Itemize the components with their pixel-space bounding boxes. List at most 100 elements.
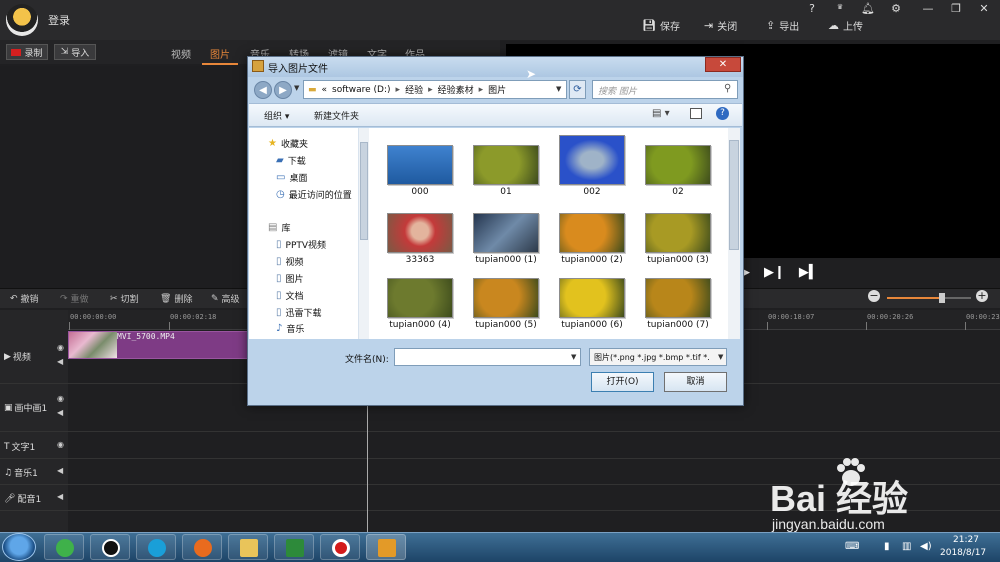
speaker-icon[interactable]: ◀ [57, 466, 63, 475]
breadcrumb-separator-icon[interactable]: ▸ [396, 85, 401, 95]
taskbar-app-active[interactable] [366, 534, 406, 560]
zoom-out-button[interactable]: − [868, 290, 880, 302]
search-icon[interactable]: ⚲ [724, 83, 731, 94]
file-item[interactable]: 000 [377, 145, 463, 205]
taskbar-app-qq[interactable] [90, 534, 130, 560]
delete-button[interactable]: 🗑︎ 删除 [160, 292, 192, 306]
restore-icon[interactable]: ❐ [946, 2, 966, 15]
track-music[interactable]: ♫ 音乐1 [4, 466, 38, 480]
minimize-icon[interactable]: — [918, 2, 938, 15]
battery-icon[interactable]: ▮ [884, 541, 890, 552]
eye-icon[interactable]: ◉ [57, 440, 64, 449]
address-dropdown-icon[interactable]: ▼ [556, 85, 561, 93]
nav-item[interactable]: ▭ 桌面 [276, 171, 307, 184]
filename-input[interactable] [394, 348, 581, 366]
start-button[interactable] [2, 533, 36, 561]
export-button[interactable]: ⇪ 导出 [766, 18, 799, 33]
history-dropdown-icon[interactable]: ▼ [294, 84, 299, 92]
search-input[interactable]: 搜索 图片 [592, 80, 738, 99]
track-text[interactable]: T 文字1 [4, 440, 35, 454]
file-item[interactable]: 01 [463, 145, 549, 205]
file-item[interactable]: tupian000 (7) [635, 278, 721, 338]
nav-item[interactable]: ▤ 库 [268, 221, 290, 234]
file-item[interactable]: tupian000 (3) [635, 213, 721, 273]
cut-button[interactable]: ✂ 切割 [110, 292, 139, 306]
file-item[interactable]: tupian000 (4) [377, 278, 463, 338]
redo-button[interactable]: ↷ 重做 [60, 292, 89, 306]
file-scrollbar-thumb[interactable] [729, 140, 739, 250]
taskbar-app-recorder[interactable] [320, 534, 360, 560]
nav-item[interactable]: ▯ 视频 [276, 255, 304, 268]
filename-dropdown-icon[interactable]: ▼ [571, 353, 576, 361]
nav-item[interactable]: ♪ 音乐 [276, 322, 304, 335]
nav-item[interactable]: ★ 收藏夹 [268, 137, 308, 150]
bell-icon[interactable]: 🔔︎ [858, 2, 878, 15]
login-link[interactable]: 登录 [48, 12, 70, 28]
taskbar-app-explorer[interactable] [228, 534, 268, 560]
taskbar-app-360[interactable] [44, 534, 84, 560]
nav-scrollbar-thumb[interactable] [360, 142, 368, 240]
clock-date[interactable]: 2018/8/17 [940, 548, 986, 558]
network-icon[interactable]: ▥ [902, 541, 911, 552]
help-icon[interactable]: ? [716, 107, 729, 120]
upload-button[interactable]: ☁ 上传 [828, 18, 863, 33]
cancel-button[interactable]: 取消 [664, 372, 727, 392]
settings-icon[interactable]: ⚙ [886, 2, 906, 15]
nav-item[interactable]: ▯ 文档 [276, 289, 304, 302]
organize-menu[interactable]: 组织 ▾ [264, 109, 289, 122]
back-arrow-icon[interactable]: ◀ [254, 81, 272, 99]
file-item[interactable]: 002 [549, 135, 635, 205]
import-button[interactable]: ⇲ 导入 [54, 44, 96, 60]
view-options-icon[interactable]: ▤ ▾ [652, 108, 670, 119]
file-item[interactable]: tupian000 (1) [463, 213, 549, 273]
track-video[interactable]: ▶ 视频 [4, 350, 31, 364]
nav-item[interactable]: ▰ 下载 [276, 154, 306, 167]
new-folder-button[interactable]: 新建文件夹 [314, 109, 359, 122]
zoom-slider-handle[interactable] [939, 293, 945, 303]
skip-end-icon[interactable]: ▶▍ [799, 265, 819, 280]
volume-icon[interactable]: ◀) [920, 541, 932, 552]
nav-item[interactable]: ◷ 最近访问的位置 [276, 188, 352, 201]
speaker-icon[interactable]: ◀ [57, 408, 63, 417]
breadcrumb-separator-icon[interactable]: ▸ [479, 85, 484, 95]
eye-icon[interactable]: ◉ [57, 343, 64, 352]
save-button[interactable]: 💾︎ 保存 [642, 18, 680, 33]
tab-images[interactable]: 图片 [210, 46, 230, 61]
breadcrumb-item[interactable]: software (D:) [332, 85, 391, 95]
nav-item[interactable]: ▯ PPTV视频 [276, 238, 326, 251]
help-button[interactable]: ? [802, 2, 822, 15]
forward-arrow-icon[interactable]: ▶ [274, 81, 292, 99]
close-app-icon[interactable]: ✕ [974, 2, 994, 15]
track-pip[interactable]: ▣ 画中画1 [4, 401, 47, 415]
vip-icon[interactable]: ♛ [830, 3, 850, 11]
file-item[interactable]: 02 [635, 145, 721, 205]
taskbar-app-firefox[interactable] [182, 534, 222, 560]
nav-item[interactable]: ▯ 迅雷下载 [276, 306, 322, 319]
nav-item[interactable]: ▯ 图片 [276, 272, 304, 285]
tab-video[interactable]: 视频 [171, 46, 191, 61]
clock-time[interactable]: 21:27 [953, 535, 979, 545]
breadcrumb-item[interactable]: 经验 [405, 83, 423, 96]
breadcrumb-separator-icon[interactable]: ▸ [428, 85, 433, 95]
address-bar[interactable]: ▬ « software (D:) ▸ 经验 ▸ 经验素材 ▸ 图片 [303, 80, 567, 99]
speaker-icon[interactable]: ◀ [57, 492, 63, 501]
zoom-in-button[interactable]: + [976, 290, 988, 302]
record-button[interactable]: 录制 [6, 44, 48, 60]
keyboard-icon[interactable]: ⌨ [845, 541, 859, 552]
file-item[interactable]: tupian000 (6) [549, 278, 635, 338]
undo-button[interactable]: ↶ 撤销 [10, 292, 39, 306]
file-item[interactable]: tupian000 (2) [549, 213, 635, 273]
file-type-dropdown-icon[interactable]: ▼ [718, 353, 723, 361]
close-button[interactable]: ⇥ 关闭 [704, 18, 737, 33]
taskbar-app-media[interactable] [136, 534, 176, 560]
step-forward-icon[interactable]: ▶❙ [764, 265, 785, 280]
eye-icon[interactable]: ◉ [57, 394, 64, 403]
open-button[interactable]: 打开(O) [591, 372, 654, 392]
taskbar-app-editor[interactable] [274, 534, 314, 560]
breadcrumb-item[interactable]: 经验素材 [438, 83, 474, 96]
breadcrumb-item[interactable]: 图片 [488, 83, 506, 96]
dialog-close-button[interactable]: ✕ [705, 57, 741, 72]
file-item[interactable]: 33363 [377, 213, 463, 273]
address-overflow[interactable]: « [322, 85, 328, 95]
file-item[interactable]: tupian000 (5) [463, 278, 549, 338]
